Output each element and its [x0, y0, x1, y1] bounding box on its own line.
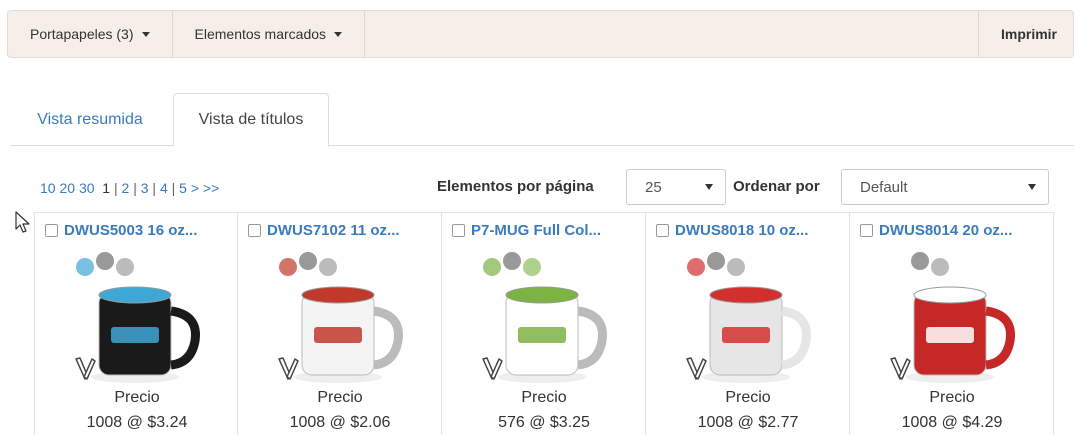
clipboard-label: Portapapeles (3) [30, 26, 134, 42]
product-card-header: P7-MUG Full Col... [452, 222, 642, 239]
product-title-link[interactable]: DWUS5003 16 oz... [64, 222, 197, 239]
sort-select[interactable]: Default [841, 169, 1049, 205]
current-page: 1 [102, 180, 111, 196]
product-select-checkbox[interactable] [452, 224, 465, 237]
product-card[interactable]: P7-MUG Full Col... Precio 576 @ $3.25 [442, 213, 646, 435]
per-page-select[interactable]: 25 [626, 169, 726, 205]
price-label: Precio [725, 389, 771, 406]
customize-tool-icon [482, 357, 503, 380]
page-size-30[interactable]: 30 [79, 180, 95, 196]
view-tabs: Vista resumida Vista de títulos [10, 93, 1074, 147]
product-select-checkbox[interactable] [656, 224, 669, 237]
product-grid: DWUS5003 16 oz... Precio 1008 @ $3.24 DW… [34, 212, 1054, 435]
page-link-5[interactable]: 5 [179, 180, 187, 196]
product-card[interactable]: DWUS8018 10 oz... Precio 1008 @ $2.77 [646, 213, 850, 435]
mouse-cursor-icon [15, 211, 30, 233]
product-title-link[interactable]: P7-MUG Full Col... [471, 222, 601, 239]
price-value: 576 @ $3.25 [498, 414, 590, 431]
chevron-down-icon [334, 31, 343, 37]
print-button[interactable]: Imprimir [977, 11, 1073, 57]
top-toolbar: Portapapeles (3) Elementos marcados Impr… [7, 10, 1074, 58]
product-title-link[interactable]: DWUS8018 10 oz... [675, 222, 808, 239]
customize-tool-icon [75, 357, 96, 380]
per-page-label: Elementos por página [437, 178, 594, 195]
customize-tool-icon [686, 357, 707, 380]
price-label: Precio [929, 389, 975, 406]
page-link-4[interactable]: 4 [160, 180, 168, 196]
page-link-2[interactable]: 2 [122, 180, 130, 196]
product-card-header: DWUS5003 16 oz... [45, 222, 235, 239]
tab-summary-view[interactable]: Vista resumida [10, 93, 170, 146]
product-select-checkbox[interactable] [860, 224, 873, 237]
customize-tool-icon [890, 357, 911, 380]
price-value: 1008 @ $2.77 [697, 414, 799, 431]
product-card[interactable]: DWUS7102 11 oz... Precio 1008 @ $2.06 [238, 213, 442, 435]
next-page-link[interactable]: > [191, 180, 199, 196]
product-title-link[interactable]: DWUS7102 11 oz... [267, 222, 400, 239]
marked-items-label: Elementos marcados [194, 26, 327, 42]
pagination: 10 20 30 1 | 2 | 3 | 4 | 5 > >> [40, 180, 220, 196]
product-title-link[interactable]: DWUS8014 20 oz... [879, 222, 1012, 239]
product-card-header: DWUS8018 10 oz... [656, 222, 846, 239]
product-card-header: DWUS7102 11 oz... [248, 222, 438, 239]
marked-items-dropdown[interactable]: Elementos marcados [173, 11, 366, 57]
product-select-checkbox[interactable] [248, 224, 261, 237]
product-card[interactable]: DWUS5003 16 oz... Precio 1008 @ $3.24 [34, 213, 238, 435]
customize-tool-icon [278, 357, 299, 380]
price-label: Precio [114, 389, 160, 406]
price-value: 1008 @ $3.24 [86, 414, 188, 431]
price-value: 1008 @ $4.29 [901, 414, 1003, 431]
chevron-down-icon [1028, 184, 1036, 190]
price-label: Precio [317, 389, 363, 406]
last-page-link[interactable]: >> [203, 180, 219, 196]
page-link-3[interactable]: 3 [141, 180, 149, 196]
page-size-10[interactable]: 10 [40, 180, 56, 196]
sort-value: Default [860, 178, 908, 196]
tab-titles-view[interactable]: Vista de títulos [173, 93, 329, 147]
product-card-header: DWUS8014 20 oz... [860, 222, 1050, 239]
product-select-checkbox[interactable] [45, 224, 58, 237]
price-value: 1008 @ $2.06 [289, 414, 391, 431]
clipboard-dropdown[interactable]: Portapapeles (3) [8, 11, 173, 57]
page-size-20[interactable]: 20 [59, 180, 75, 196]
per-page-value: 25 [645, 178, 662, 196]
product-card[interactable]: DWUS8014 20 oz... Precio 1008 @ $4.29 [850, 213, 1054, 435]
chevron-down-icon [705, 184, 713, 190]
chevron-down-icon [141, 31, 150, 37]
sort-label: Ordenar por [733, 178, 820, 195]
price-label: Precio [521, 389, 567, 406]
